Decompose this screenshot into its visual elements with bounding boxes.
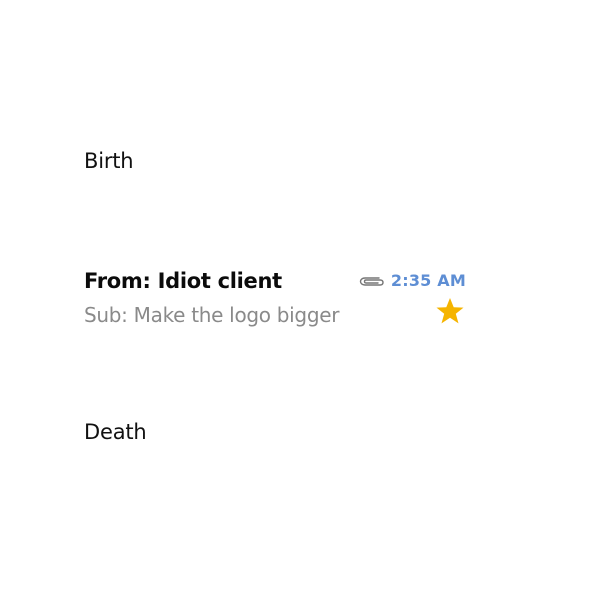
birth-label: Birth (84, 149, 134, 173)
paperclip-icon (359, 277, 384, 286)
death-label: Death (84, 420, 147, 444)
star-icon[interactable] (435, 296, 465, 326)
email-sender: From: Idiot client (84, 269, 282, 293)
email-subject: Sub: Make the logo bigger (84, 303, 340, 327)
email-row[interactable]: From: Idiot client Sub: Make the logo bi… (84, 266, 466, 332)
email-time: 2:35 AM (390, 271, 466, 290)
